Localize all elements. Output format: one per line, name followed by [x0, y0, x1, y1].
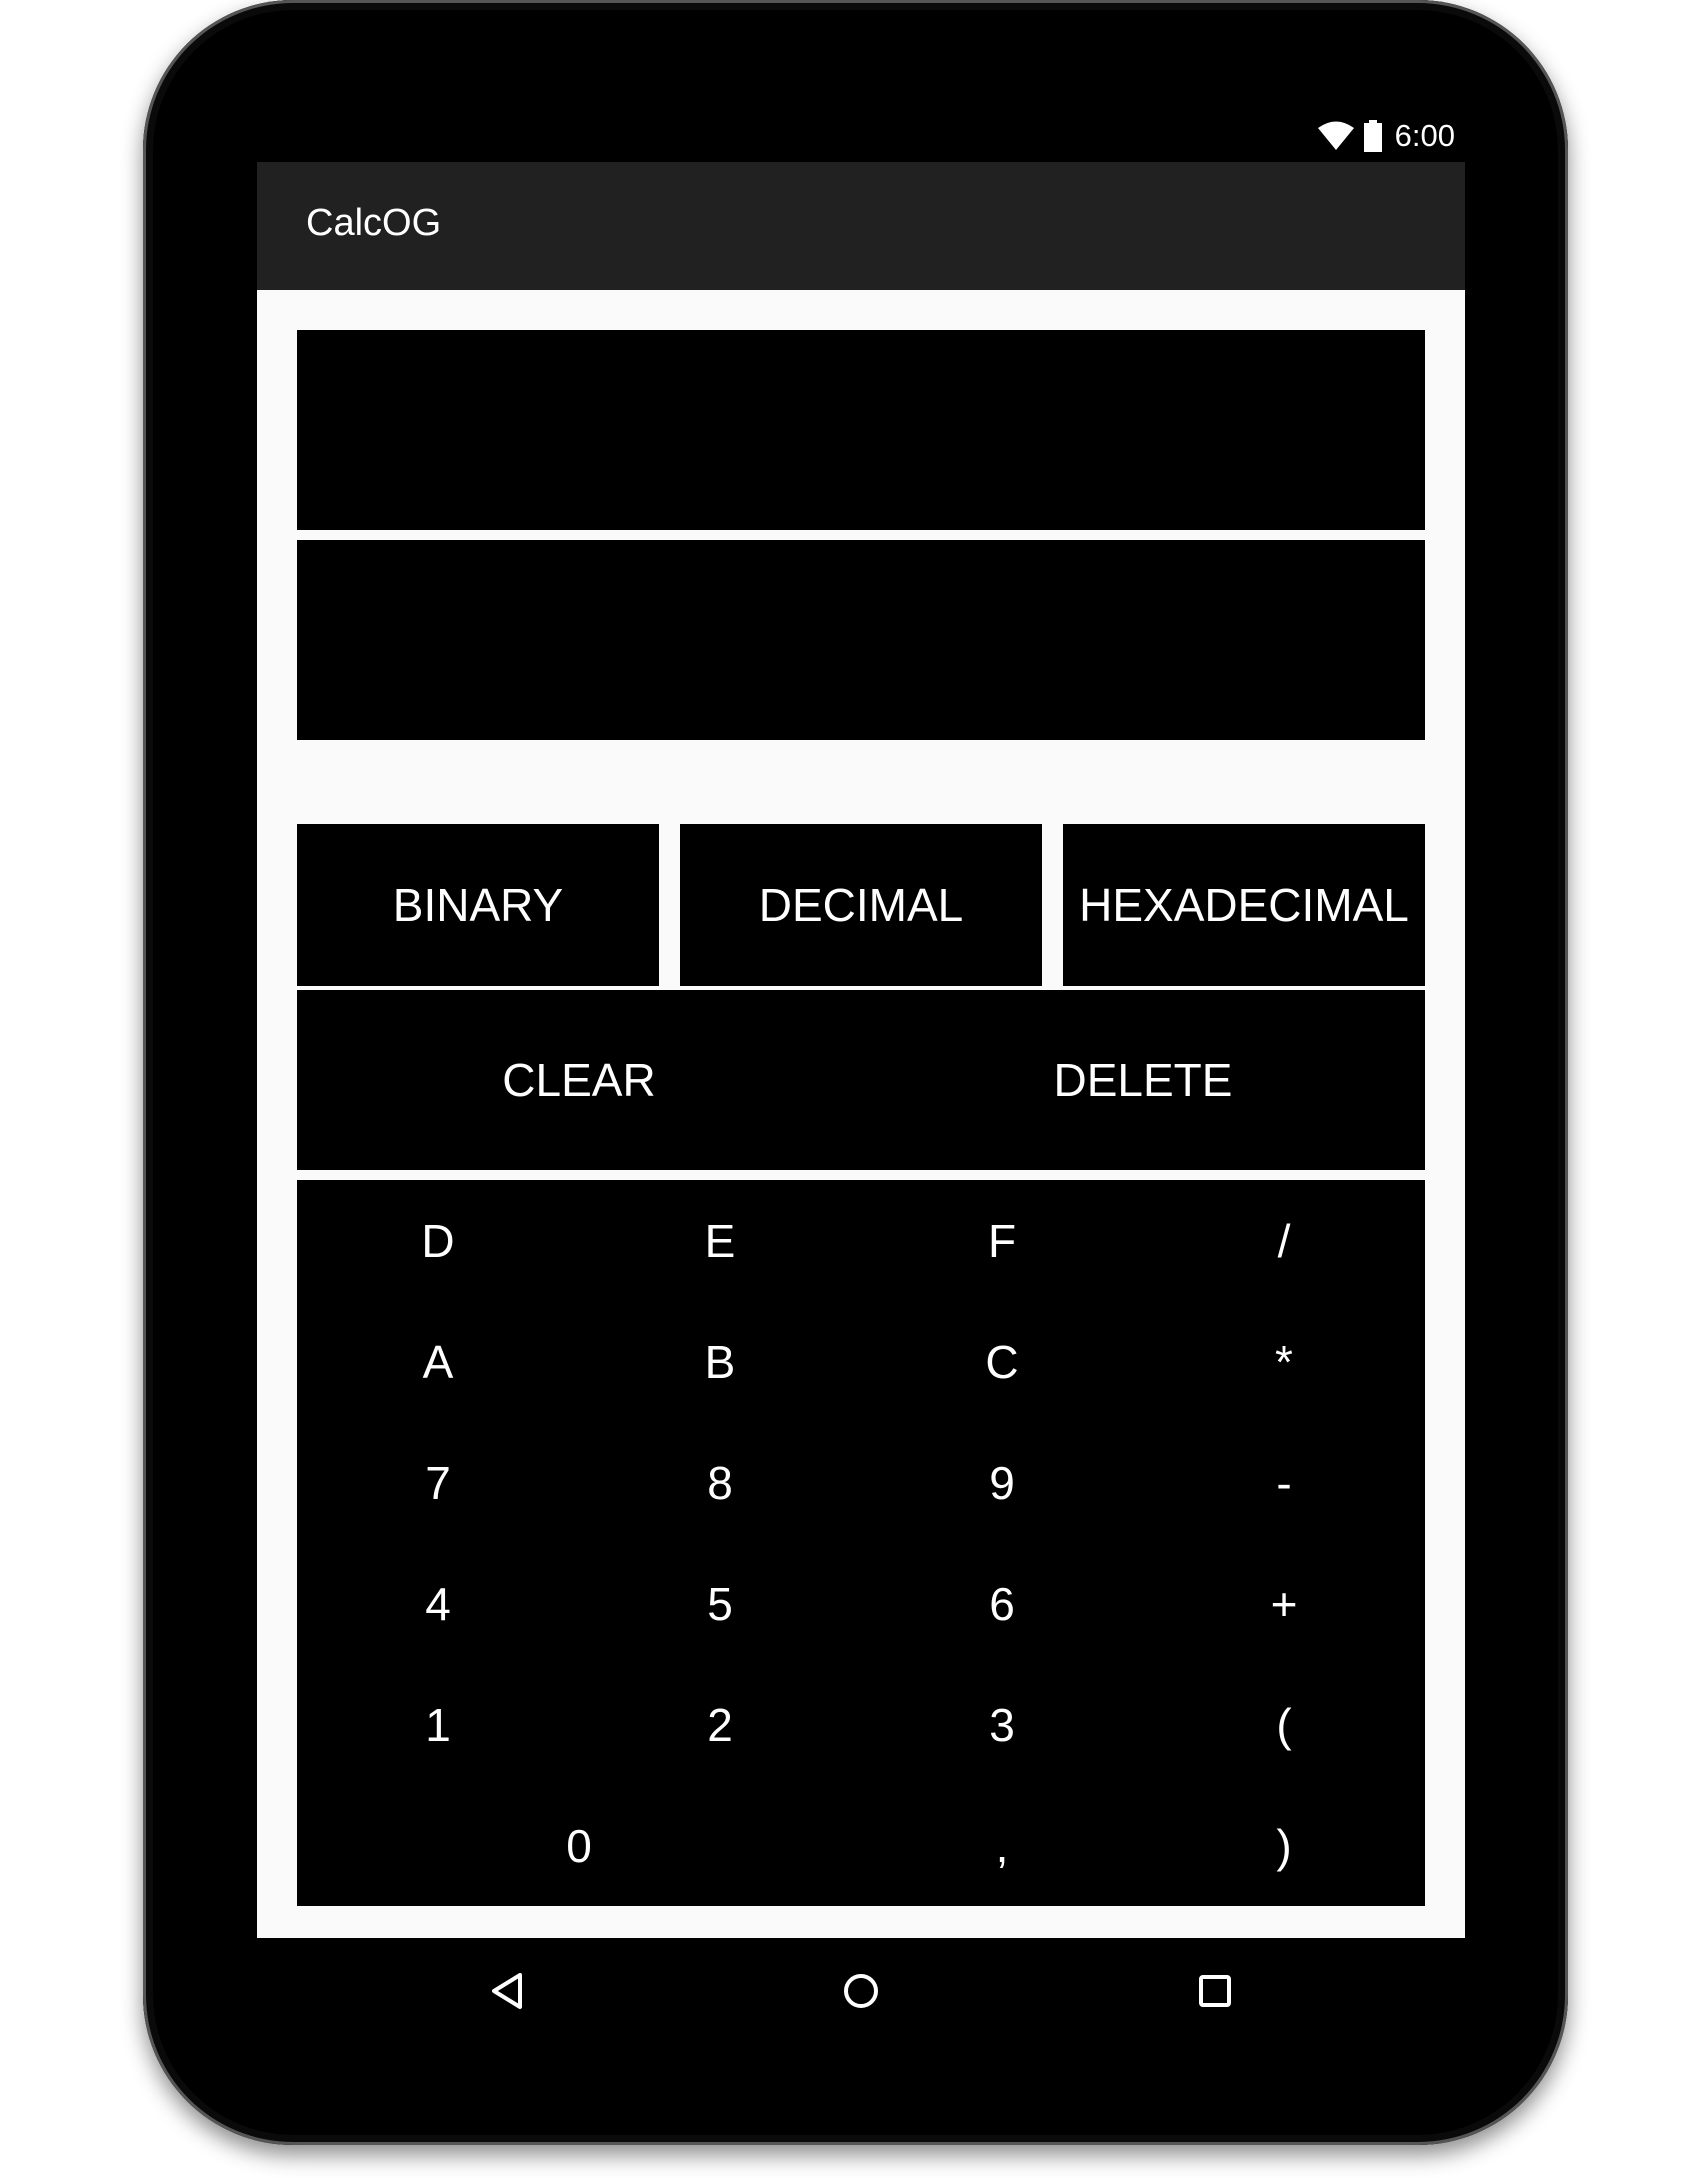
- key-f[interactable]: F: [861, 1180, 1143, 1301]
- action-row: CLEAR DELETE: [297, 990, 1425, 1170]
- key-divide[interactable]: /: [1143, 1180, 1425, 1301]
- key-7[interactable]: 7: [297, 1422, 579, 1543]
- binary-mode-button[interactable]: BINARY: [297, 824, 659, 986]
- key-3[interactable]: 3: [861, 1664, 1143, 1785]
- clear-button[interactable]: CLEAR: [297, 990, 861, 1170]
- wifi-icon: [1317, 121, 1355, 151]
- key-5[interactable]: 5: [579, 1543, 861, 1664]
- home-button[interactable]: [831, 1963, 891, 2023]
- key-b[interactable]: B: [579, 1301, 861, 1422]
- calculator-content: BINARY DECIMAL HEXADECIMAL CLEAR DELETE …: [257, 290, 1465, 1938]
- key-c[interactable]: C: [861, 1301, 1143, 1422]
- key-d[interactable]: D: [297, 1180, 579, 1301]
- back-button[interactable]: [477, 1963, 537, 2023]
- key-a[interactable]: A: [297, 1301, 579, 1422]
- key-8[interactable]: 8: [579, 1422, 861, 1543]
- key-open-paren[interactable]: (: [1143, 1664, 1425, 1785]
- recents-icon: [1195, 1971, 1235, 2016]
- key-1[interactable]: 1: [297, 1664, 579, 1785]
- app-title: CalcOG: [306, 202, 442, 244]
- key-comma[interactable]: ,: [861, 1785, 1143, 1906]
- hexadecimal-mode-button[interactable]: HEXADECIMAL: [1063, 824, 1425, 986]
- app-bar: CalcOG: [257, 162, 1465, 290]
- status-time: 6:00: [1394, 118, 1455, 153]
- status-bar: 6:00: [257, 110, 1465, 162]
- key-multiply[interactable]: *: [1143, 1301, 1425, 1422]
- decimal-mode-button[interactable]: DECIMAL: [680, 824, 1042, 986]
- recents-button[interactable]: [1185, 1963, 1245, 2023]
- key-close-paren[interactable]: ): [1143, 1785, 1425, 1906]
- key-e[interactable]: E: [579, 1180, 861, 1301]
- home-icon: [841, 1971, 881, 2016]
- navigation-bar: [257, 1938, 1465, 2048]
- key-subtract[interactable]: -: [1143, 1422, 1425, 1543]
- back-icon: [487, 1971, 527, 2016]
- key-9[interactable]: 9: [861, 1422, 1143, 1543]
- delete-button[interactable]: DELETE: [861, 990, 1425, 1170]
- expression-display: [297, 330, 1425, 530]
- battery-icon: [1363, 120, 1383, 152]
- key-add[interactable]: +: [1143, 1543, 1425, 1664]
- key-2[interactable]: 2: [579, 1664, 861, 1785]
- keypad: D E F / A B C * 7 8 9 - 4 5 6 + 1 2 3 ( …: [297, 1180, 1425, 1906]
- key-0[interactable]: 0: [297, 1785, 861, 1906]
- status-icons: 6:00: [1317, 118, 1455, 154]
- key-6[interactable]: 6: [861, 1543, 1143, 1664]
- result-display: [297, 540, 1425, 740]
- key-4[interactable]: 4: [297, 1543, 579, 1664]
